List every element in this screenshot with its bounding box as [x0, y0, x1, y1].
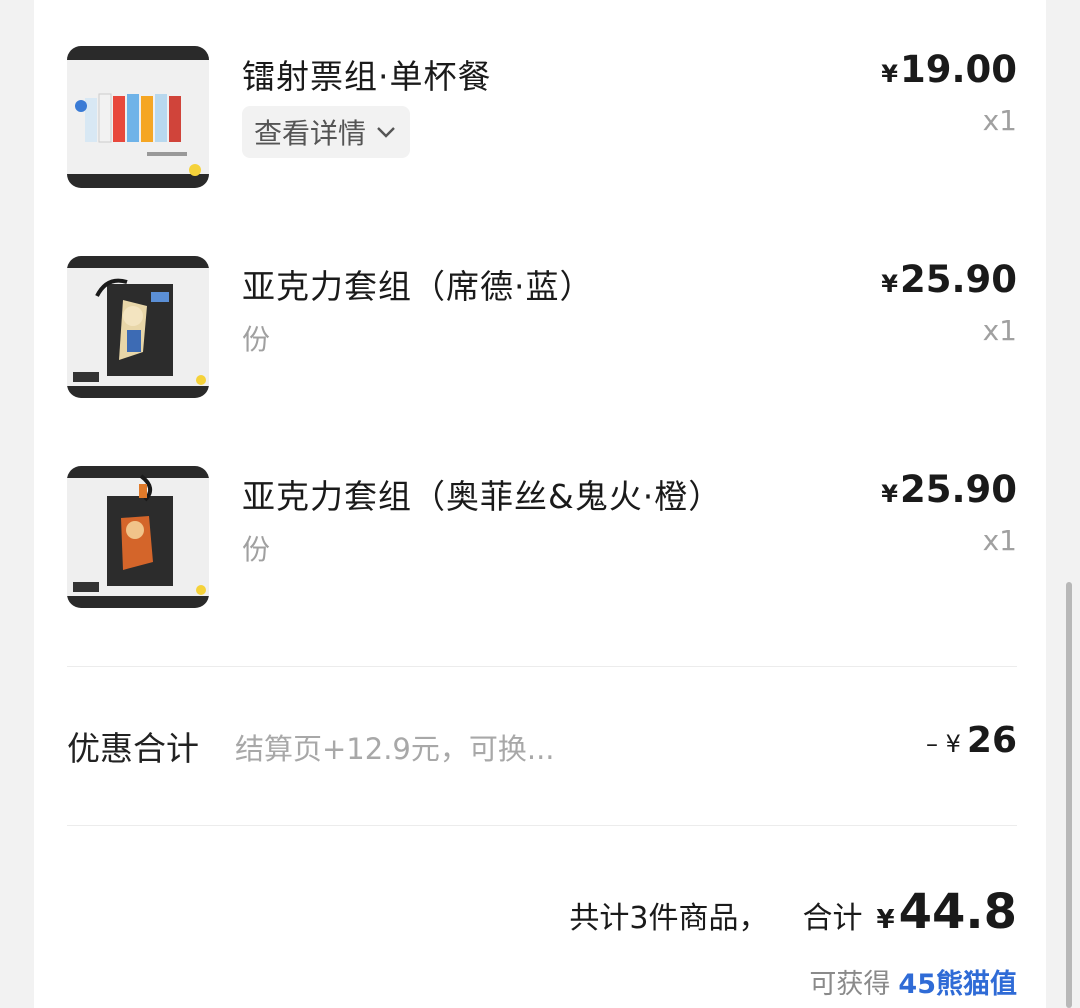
product-quantity: x1	[982, 314, 1017, 347]
total-amount: 44.8	[898, 884, 1017, 940]
product-quantity: x1	[982, 104, 1017, 137]
product-title[interactable]: 亚克力套组（席德·蓝）	[242, 260, 594, 308]
total-label: 合计	[802, 901, 863, 936]
product-unit: 份	[242, 533, 271, 566]
discount-description[interactable]: 结算页+12.9元，可换...	[235, 726, 555, 768]
product-thumbnail[interactable]	[67, 46, 209, 188]
product-thumbnail[interactable]	[67, 466, 209, 608]
product-price: ¥25.90	[881, 258, 1017, 301]
currency-symbol: ¥	[881, 480, 898, 508]
order-card: 镭射票组·单杯餐 查看详情 ¥19.00 x1 亚克力套组（席德·蓝） 份 ¥2…	[34, 0, 1046, 1008]
chevron-down-icon	[377, 127, 395, 138]
discount-prefix: – ¥	[925, 730, 961, 758]
product-price: ¥25.90	[881, 468, 1017, 511]
item-count-text: 共计3件商品，	[569, 901, 769, 936]
discount-label: 优惠合计	[67, 729, 199, 768]
currency-symbol: ¥	[876, 905, 895, 935]
product-title[interactable]: 镭射票组·单杯餐	[242, 50, 492, 98]
discount-value: 26	[966, 720, 1017, 761]
price-value: 25.90	[899, 468, 1017, 511]
product-price: ¥19.00	[881, 48, 1017, 91]
list-item[interactable]: 亚克力套组（席德·蓝） 份 ¥25.90 x1	[67, 256, 1017, 406]
product-quantity: x1	[982, 524, 1017, 557]
price-value: 19.00	[899, 48, 1017, 91]
product-title[interactable]: 亚克力套组（奥菲丝&鬼火·橙）	[242, 470, 722, 518]
view-details-button[interactable]: 查看详情	[242, 106, 411, 158]
points-label: 可获得	[809, 969, 891, 1000]
price-value: 25.90	[899, 258, 1017, 301]
product-thumbnail[interactable]	[67, 256, 209, 398]
view-details-label: 查看详情	[254, 117, 367, 150]
currency-symbol: ¥	[881, 270, 898, 298]
discount-amount: – ¥26	[926, 720, 1017, 761]
divider	[67, 825, 1017, 826]
list-item[interactable]: 亚克力套组（奥菲丝&鬼火·橙） 份 ¥25.90 x1	[67, 466, 1017, 616]
points-value: 45熊猫值	[898, 969, 1017, 1000]
currency-symbol: ¥	[881, 60, 898, 88]
list-item[interactable]: 镭射票组·单杯餐 查看详情 ¥19.00 x1	[67, 46, 1017, 196]
order-total: 共计3件商品， 合计 ¥ 44.8	[569, 884, 1017, 940]
divider	[67, 666, 1017, 667]
product-unit: 份	[242, 323, 271, 356]
reward-points: 可获得 45熊猫值	[809, 962, 1017, 1001]
scrollbar[interactable]	[1066, 582, 1072, 1008]
